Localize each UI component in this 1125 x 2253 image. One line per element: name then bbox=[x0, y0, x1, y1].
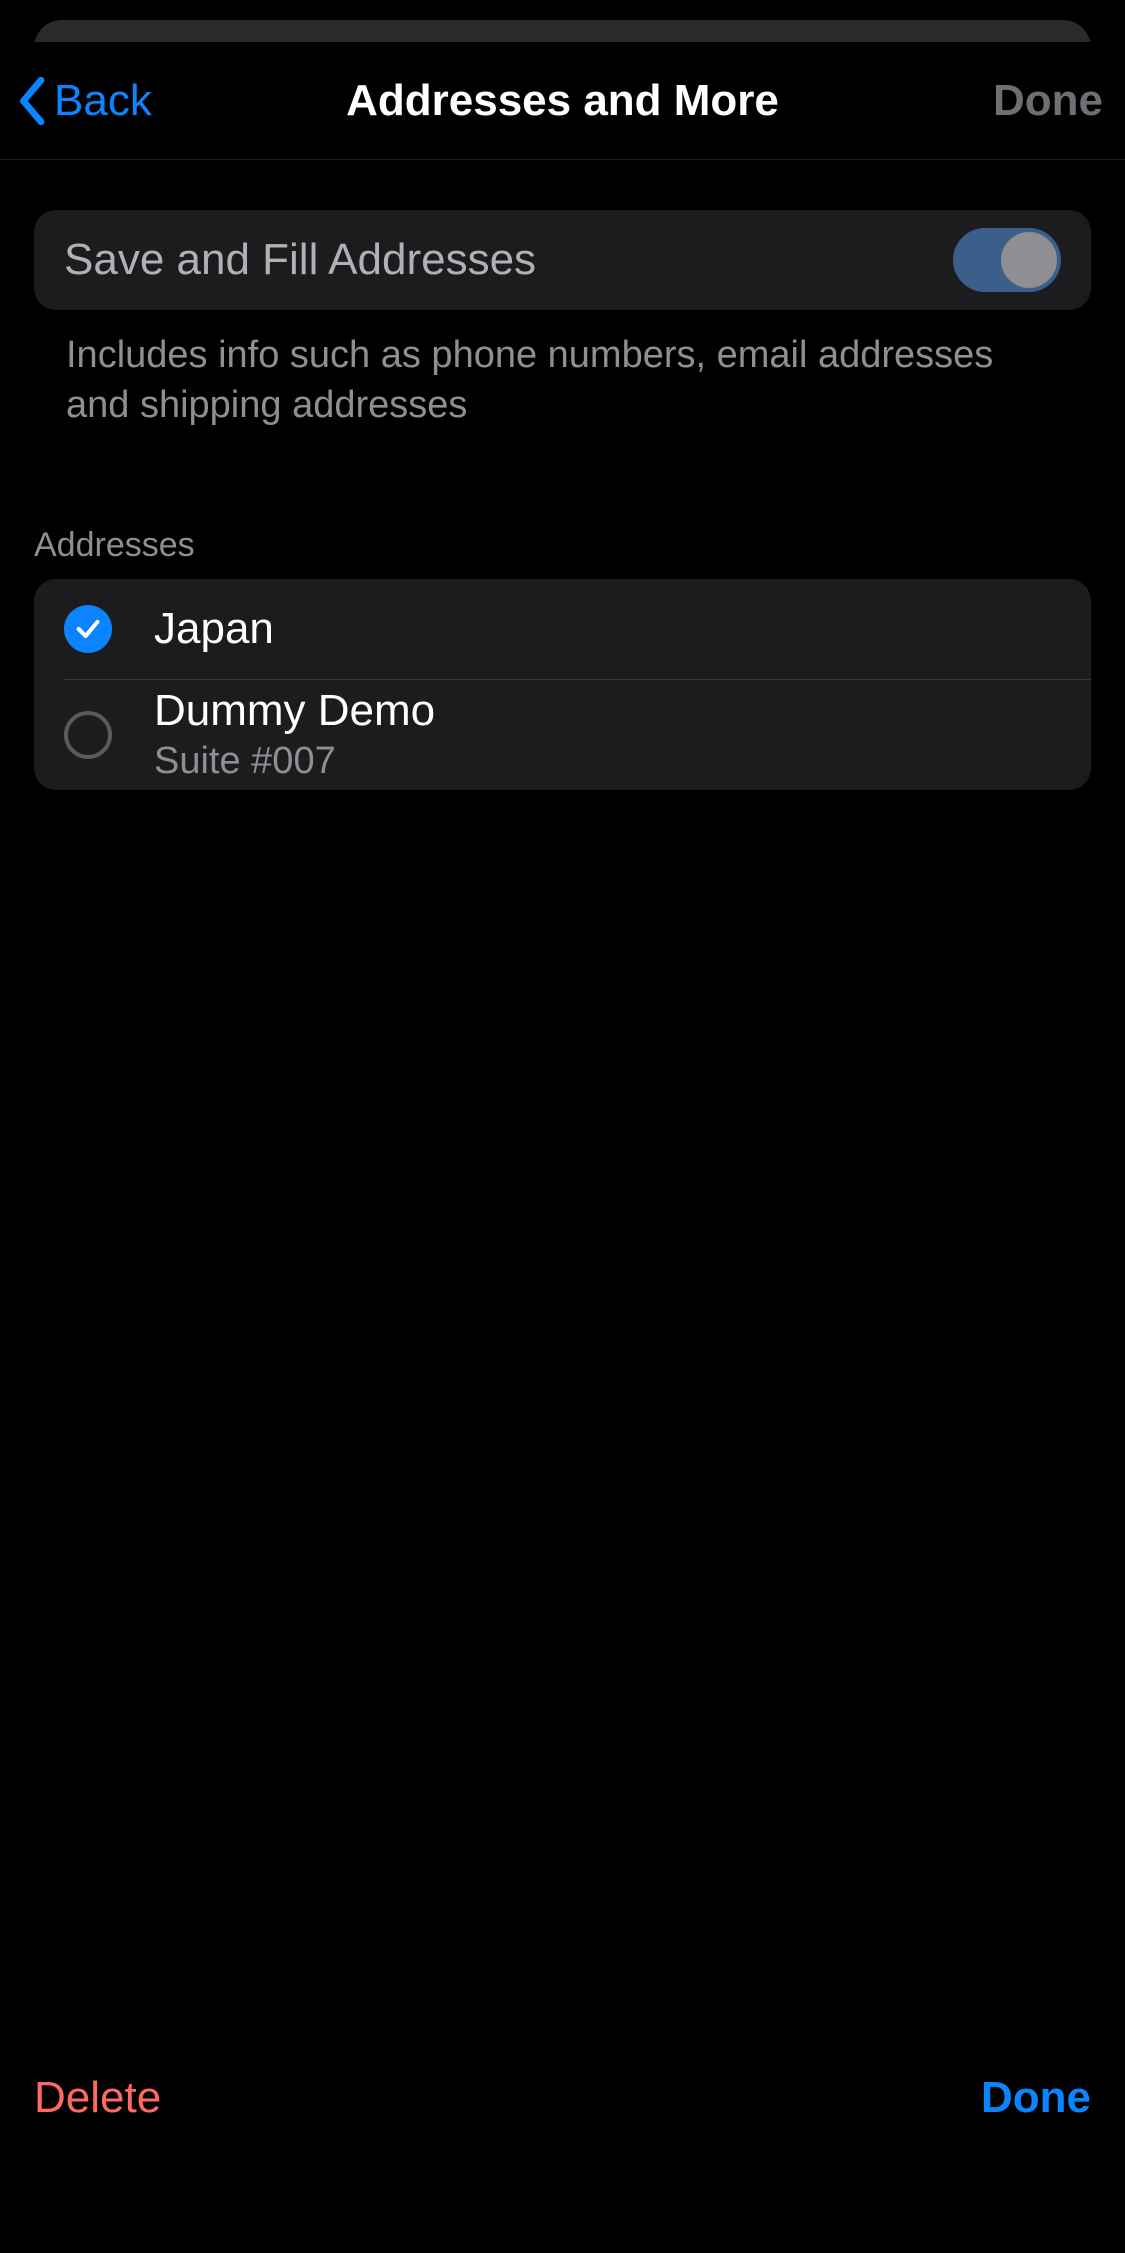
chevron-left-icon bbox=[18, 77, 48, 125]
addresses-group: Japan Dummy Demo Suite #007 bbox=[34, 579, 1091, 790]
done-button[interactable]: Done bbox=[981, 2073, 1091, 2123]
address-row[interactable]: Japan bbox=[34, 579, 1091, 679]
delete-button[interactable]: Delete bbox=[34, 2073, 161, 2123]
page-title: Addresses and More bbox=[0, 76, 1125, 126]
address-text: Japan bbox=[154, 604, 274, 655]
checkmark-icon bbox=[74, 615, 102, 643]
address-title: Dummy Demo bbox=[154, 686, 435, 737]
toggle-label: Save and Fill Addresses bbox=[64, 235, 536, 285]
content-area: Save and Fill Addresses Includes info su… bbox=[0, 160, 1125, 2053]
bottom-toolbar: Delete Done bbox=[0, 2053, 1125, 2253]
modal-sheet: Back Addresses and More Done Save and Fi… bbox=[0, 42, 1125, 2253]
address-row[interactable]: Dummy Demo Suite #007 bbox=[34, 680, 1091, 790]
radio-unselected-icon bbox=[64, 711, 112, 759]
address-title: Japan bbox=[154, 604, 274, 655]
save-fill-addresses-cell: Save and Fill Addresses bbox=[34, 210, 1091, 310]
back-button[interactable]: Back bbox=[18, 76, 152, 126]
back-label: Back bbox=[54, 76, 152, 126]
addresses-header: Addresses bbox=[34, 526, 1091, 579]
radio-selected-icon bbox=[64, 605, 112, 653]
nav-done-button[interactable]: Done bbox=[993, 76, 1103, 126]
address-text: Dummy Demo Suite #007 bbox=[154, 686, 435, 784]
toggle-group: Save and Fill Addresses bbox=[34, 210, 1091, 310]
toggle-description: Includes info such as phone numbers, ema… bbox=[34, 310, 1091, 430]
address-subtitle: Suite #007 bbox=[154, 739, 435, 785]
save-fill-addresses-toggle[interactable] bbox=[953, 228, 1061, 292]
navigation-bar: Back Addresses and More Done bbox=[0, 42, 1125, 160]
switch-knob bbox=[1001, 232, 1057, 288]
